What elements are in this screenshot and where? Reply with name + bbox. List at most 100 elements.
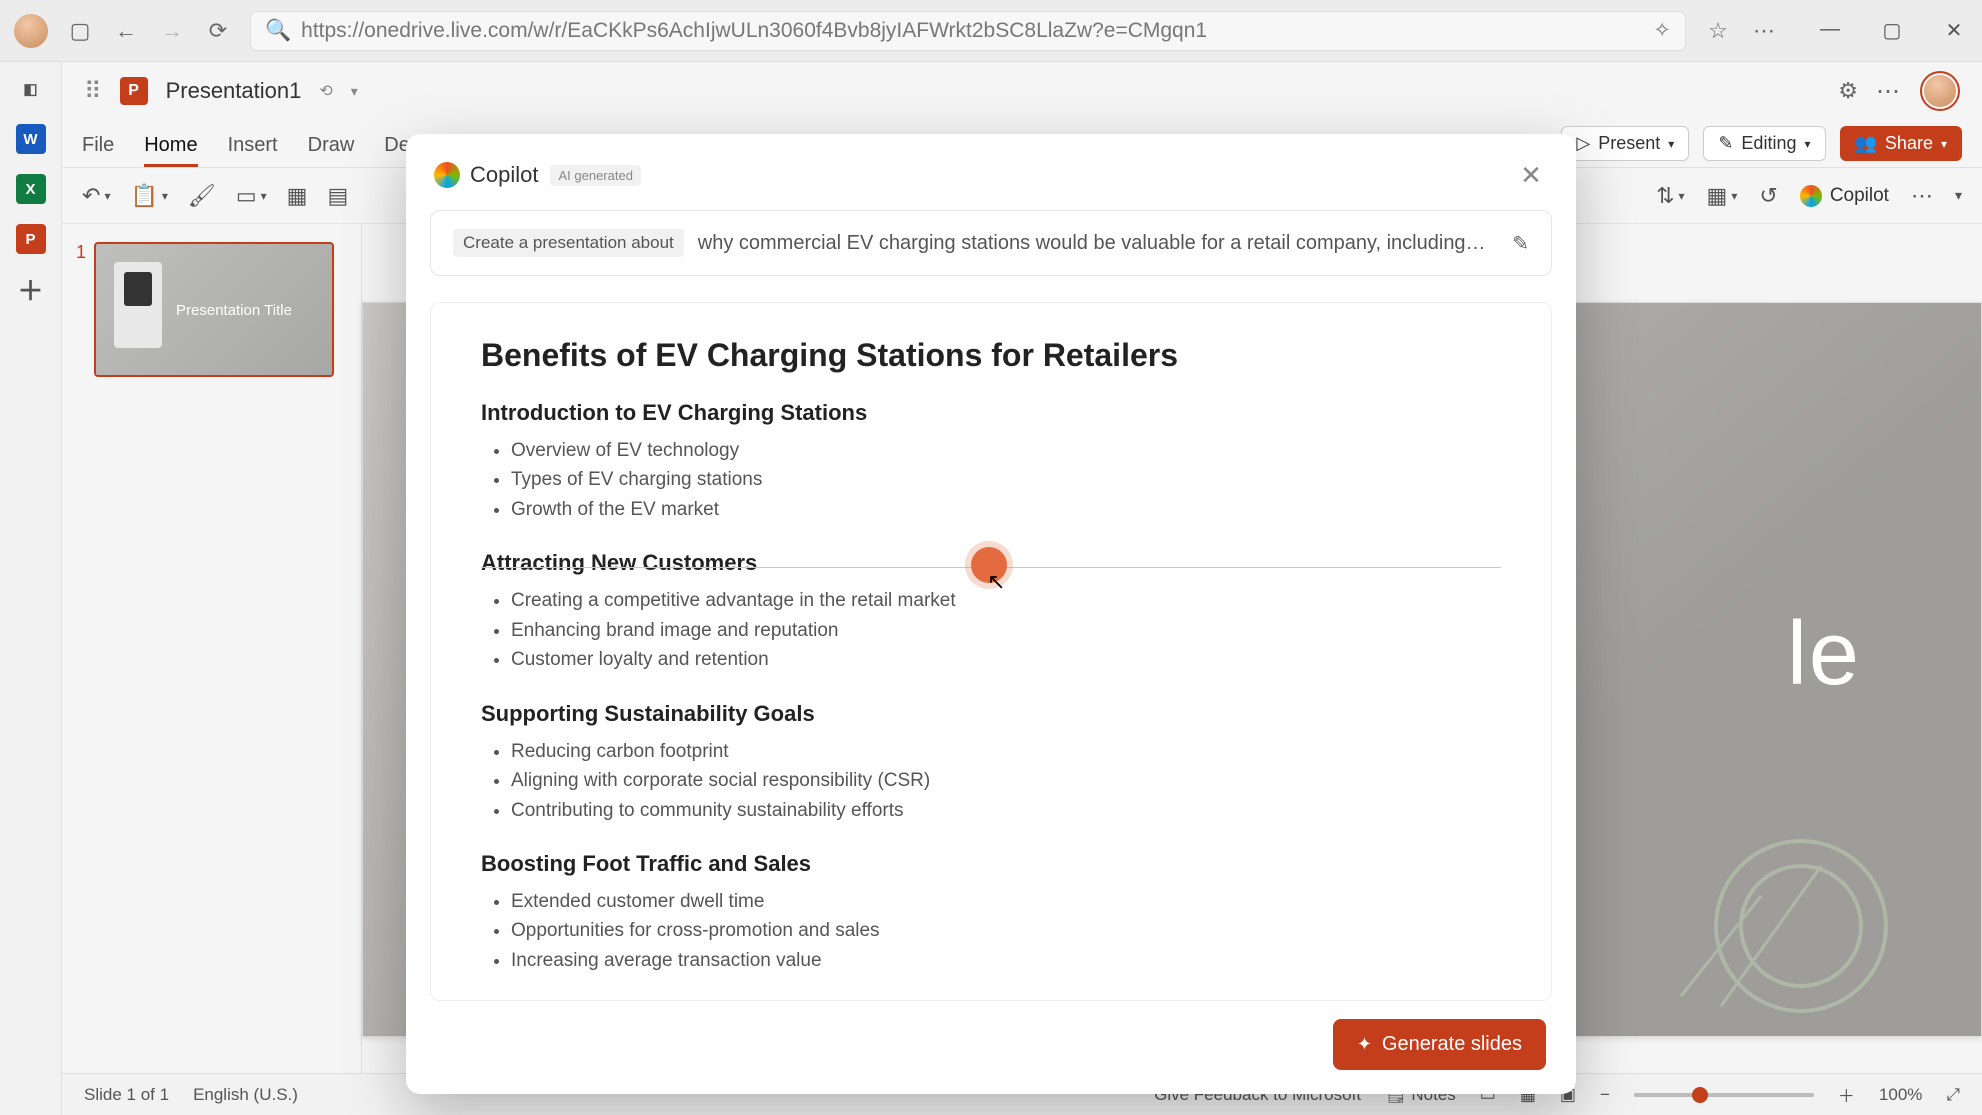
bullet: Customer loyalty and retention [511, 645, 1501, 674]
thumbnail-item[interactable]: 1 Presentation Title [76, 242, 347, 377]
share-label: Share [1885, 133, 1933, 154]
search-icon: 🔍 [265, 19, 291, 43]
rail-powerpoint-icon[interactable]: P [16, 224, 46, 254]
app-title-row: ⠿ P Presentation1 ⟲ ▾ ⚙ ⋯ [62, 62, 1982, 120]
bullet: Extended customer dwell time [511, 887, 1501, 916]
prompt-tag: Create a presentation about [453, 229, 684, 257]
arrange-button[interactable]: ⇅▾ [1656, 183, 1684, 209]
outline-section: Introduction to EV Charging Stations Ove… [481, 400, 1501, 524]
tab-insert[interactable]: Insert [228, 134, 278, 167]
browser-menu-icon[interactable]: ⋯ [1750, 17, 1778, 45]
present-icon: ▷ [1576, 133, 1590, 154]
close-modal-button[interactable]: ✕ [1514, 158, 1548, 192]
outline-panel[interactable]: Benefits of EV Charging Stations for Ret… [430, 302, 1552, 1001]
generate-slides-button[interactable]: ✦ Generate slides [1333, 1019, 1546, 1070]
sparkle-icon: ✦ [1357, 1034, 1372, 1055]
browser-bar: ▢ ← → ⟳ 🔍 https://onedrive.live.com/w/r/… [0, 0, 1982, 62]
copilot-icon [1800, 185, 1822, 207]
bullet: Overview of EV technology [511, 436, 1501, 465]
bullet: Growth of the EV market [511, 495, 1501, 524]
section-heading: Supporting Sustainability Goals [481, 701, 1501, 727]
url-bar[interactable]: 🔍 https://onedrive.live.com/w/r/EaCKkPs6… [250, 11, 1686, 51]
thumbnail-number: 1 [76, 242, 86, 377]
layout-button[interactable]: ▦ [287, 183, 308, 209]
more-icon[interactable]: ⋯ [1876, 77, 1902, 106]
sync-icon: ⟲ [319, 81, 332, 101]
tab-file[interactable]: File [82, 134, 114, 167]
section-heading: Boosting Foot Traffic and Sales [481, 851, 1501, 877]
undo-button[interactable]: ↶▾ [82, 183, 110, 209]
copilot-button[interactable]: Copilot [1800, 185, 1889, 207]
bullet: Opportunities for cross-promotion and sa… [511, 916, 1501, 945]
bullet: Enhancing brand image and reputation [511, 616, 1501, 645]
present-label: Present [1598, 133, 1660, 154]
editing-mode-button[interactable]: ✎ Editing ▾ [1703, 126, 1825, 161]
paste-button[interactable]: 📋▾ [130, 183, 167, 209]
share-icon: 👥 [1855, 133, 1877, 154]
workspaces-icon[interactable]: ▢ [66, 17, 94, 45]
bullet: Reducing carbon footprint [511, 737, 1501, 766]
chevron-down-icon[interactable]: ▾ [1941, 137, 1947, 151]
ev-charger-graphic [114, 262, 162, 348]
forward-icon[interactable]: → [158, 17, 186, 45]
prompt-text: why commercial EV charging stations woul… [698, 232, 1498, 255]
settings-icon[interactable]: ⚙ [1838, 78, 1858, 104]
thumbnail-slide[interactable]: Presentation Title [94, 242, 334, 377]
doc-name-caret-icon[interactable]: ▾ [351, 83, 358, 100]
generate-label: Generate slides [1382, 1033, 1522, 1056]
refresh-icon[interactable]: ⟳ [204, 17, 232, 45]
zoom-slider-thumb[interactable] [1692, 1087, 1708, 1103]
share-button[interactable]: 👥 Share ▾ [1840, 126, 1963, 161]
copilot-title: Copilot [470, 162, 538, 188]
pencil-icon: ✎ [1718, 133, 1733, 154]
user-avatar[interactable] [1920, 71, 1960, 111]
minimize-icon[interactable]: — [1816, 18, 1844, 43]
rail-home-icon[interactable]: ◧ [16, 74, 46, 104]
thumbnail-title: Presentation Title [176, 302, 292, 319]
ribbon-collapse-icon[interactable]: ▾ [1955, 187, 1962, 204]
document-name[interactable]: Presentation1 [166, 78, 302, 104]
ribbon-more-icon[interactable]: ⋯ [1911, 183, 1933, 209]
outline-title: Benefits of EV Charging Stations for Ret… [481, 337, 1501, 374]
close-window-icon[interactable]: ✕ [1940, 18, 1968, 43]
fit-to-window-icon[interactable]: ⤢ [1946, 1085, 1960, 1105]
decorative-lines [1661, 836, 1941, 1016]
maximize-icon[interactable]: ▢ [1878, 18, 1906, 43]
slide-count: Slide 1 of 1 [84, 1085, 169, 1105]
modal-header: Copilot AI generated ✕ [406, 158, 1576, 206]
url-text: https://onedrive.live.com/w/r/EaCKkPs6Ac… [301, 19, 1643, 43]
app-launcher-icon[interactable]: ⠿ [84, 77, 102, 106]
bullet: Aligning with corporate social responsib… [511, 766, 1501, 795]
new-slide-button[interactable]: ▭▾ [236, 183, 267, 209]
bullet: Types of EV charging stations [511, 465, 1501, 494]
prompt-box[interactable]: Create a presentation about why commerci… [430, 210, 1552, 276]
rail-word-icon[interactable]: W [16, 124, 46, 154]
zoom-value[interactable]: 100% [1879, 1085, 1922, 1105]
rail-excel-icon[interactable]: X [16, 174, 46, 204]
tab-draw[interactable]: Draw [308, 134, 355, 167]
format-painter-button[interactable]: 🖌 [188, 183, 216, 209]
rail-add-icon[interactable]: ＋ [16, 274, 46, 304]
copilot-label: Copilot [1830, 185, 1889, 207]
favorites-icon[interactable]: ☆ [1704, 17, 1732, 45]
zoom-slider[interactable] [1634, 1093, 1814, 1097]
table-button[interactable]: ▤ [327, 183, 348, 209]
reuse-button[interactable]: ↺ [1759, 183, 1777, 209]
slide-thumbnails: 1 Presentation Title [62, 224, 362, 1115]
bullet: Increasing average transaction value [511, 946, 1501, 975]
zoom-in-icon[interactable]: ＋ [1838, 1082, 1855, 1107]
chevron-down-icon[interactable]: ▾ [1804, 137, 1810, 151]
copilot-modal: Copilot AI generated ✕ Create a presenta… [406, 134, 1576, 1094]
powerpoint-logo-icon: P [120, 77, 148, 105]
designer-button[interactable]: ▦▾ [1707, 183, 1738, 209]
site-info-icon[interactable]: ✧ [1653, 18, 1671, 43]
present-button[interactable]: ▷ Present ▾ [1561, 126, 1689, 161]
copilot-icon [434, 162, 460, 188]
tab-home[interactable]: Home [144, 134, 197, 167]
back-icon[interactable]: ← [112, 17, 140, 45]
edit-prompt-icon[interactable]: ✎ [1512, 231, 1529, 256]
zoom-out-icon[interactable]: − [1600, 1085, 1610, 1105]
language-status[interactable]: English (U.S.) [193, 1085, 298, 1105]
chevron-down-icon[interactable]: ▾ [1668, 137, 1674, 151]
browser-profile-avatar[interactable] [14, 14, 48, 48]
